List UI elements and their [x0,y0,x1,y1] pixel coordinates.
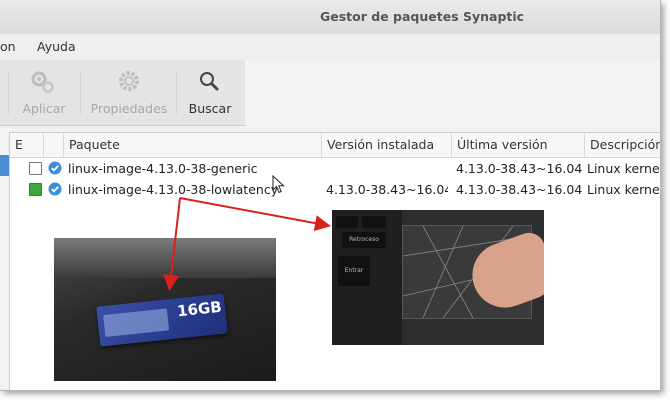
arrow-to-sd-card [163,197,181,291]
annotation-arrows [163,197,331,291]
synaptic-window: Gestor de paquetes Synaptic on Ayuda Apl… [0,0,661,391]
arrow-to-touchpad [179,197,331,232]
